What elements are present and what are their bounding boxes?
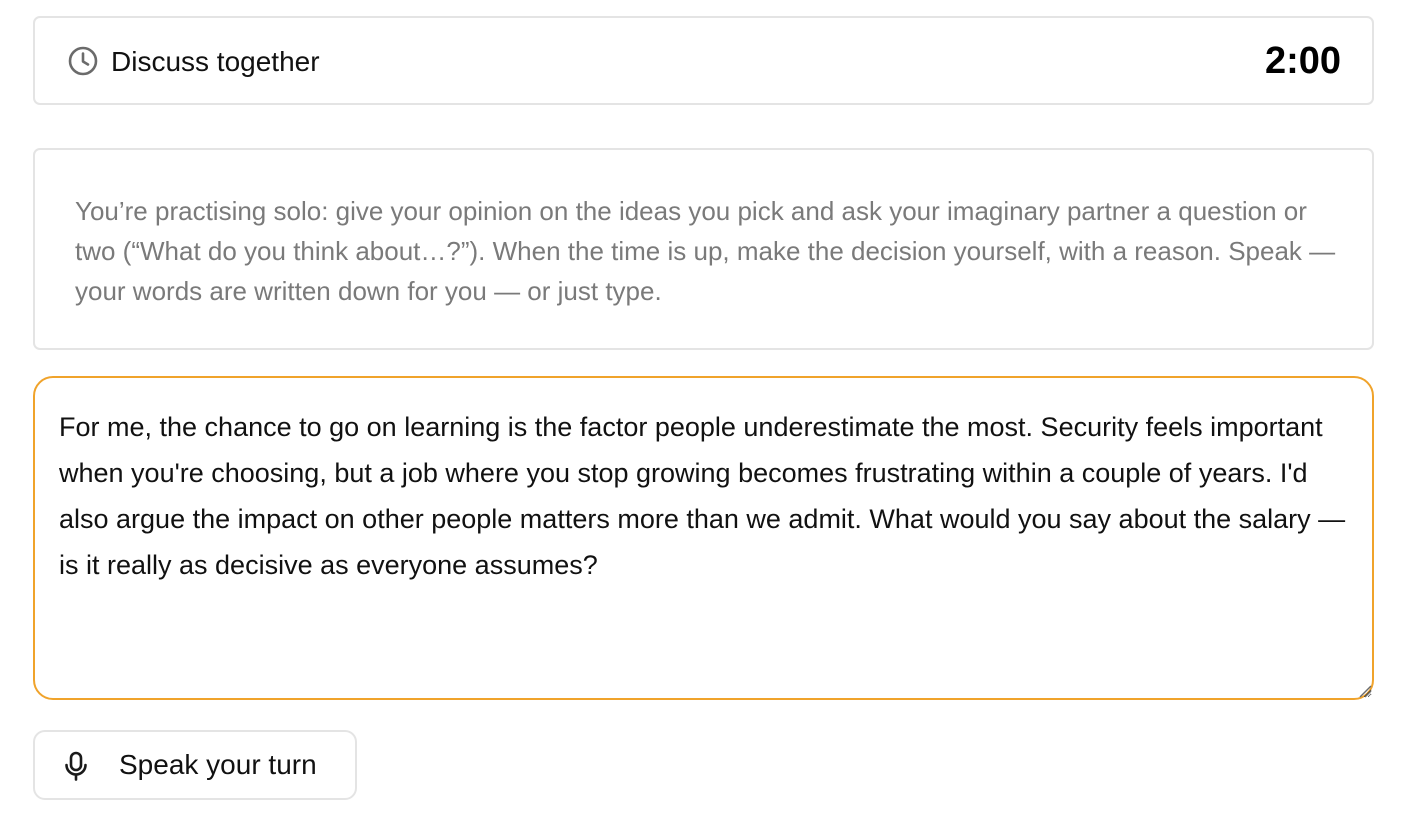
discussion-title: Discuss together: [111, 46, 320, 77]
speak-your-turn-button[interactable]: Speak your turn: [33, 730, 357, 800]
microphone-icon: [65, 751, 87, 781]
speak-button-label: Speak your turn: [119, 749, 317, 780]
discussion-header: Discuss together 2:00: [33, 16, 1374, 105]
instructions-card: You’re practising solo: give your opinio…: [33, 148, 1374, 350]
clock-icon: [68, 46, 98, 76]
instructions-text: You’re practising solo: give your opinio…: [75, 196, 1336, 306]
countdown-timer: 2:00: [1264, 40, 1341, 82]
answer-textarea[interactable]: For me, the chance to go on learning is …: [33, 376, 1374, 700]
resize-grip-icon[interactable]: [1356, 682, 1372, 698]
